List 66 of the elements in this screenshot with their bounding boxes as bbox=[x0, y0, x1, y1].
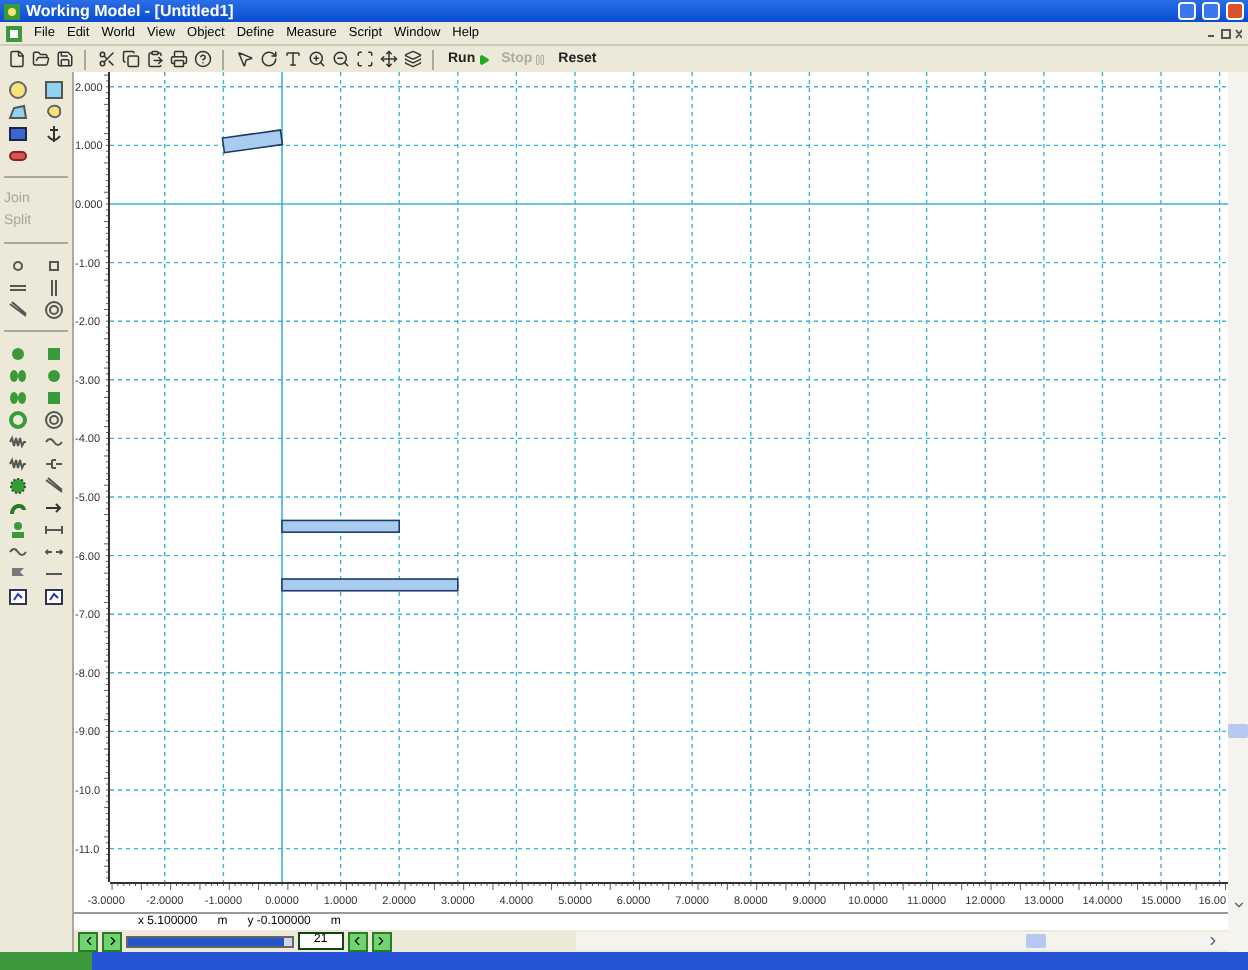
pointer-icon[interactable] bbox=[234, 49, 254, 69]
force-icon[interactable] bbox=[44, 497, 64, 517]
frame-slider[interactable] bbox=[126, 935, 294, 948]
circle-icon[interactable] bbox=[8, 79, 28, 99]
printer-icon[interactable] bbox=[168, 49, 188, 69]
rectangle-body[interactable] bbox=[281, 578, 459, 592]
chevron-left-icon bbox=[350, 934, 365, 949]
blob-icon[interactable] bbox=[44, 101, 64, 121]
horizontal-scrollbar[interactable] bbox=[575, 932, 1228, 951]
rope-icon[interactable] bbox=[44, 475, 64, 495]
copy-icon[interactable] bbox=[120, 49, 140, 69]
rotate-icon[interactable] bbox=[258, 49, 278, 69]
square-icon[interactable] bbox=[44, 79, 64, 99]
app-icon bbox=[4, 3, 20, 19]
joint-icon[interactable] bbox=[8, 387, 28, 407]
play-icon bbox=[477, 53, 490, 65]
start-button[interactable] bbox=[0, 952, 92, 970]
point-icon[interactable] bbox=[8, 255, 28, 275]
target-icon[interactable] bbox=[44, 299, 64, 319]
play-forward-button[interactable] bbox=[371, 931, 392, 952]
paste-icon[interactable] bbox=[144, 49, 164, 69]
scroll-thumb[interactable] bbox=[1026, 934, 1046, 949]
new-file-icon[interactable] bbox=[6, 49, 26, 69]
rectangle-body[interactable] bbox=[281, 519, 400, 533]
document-icon[interactable] bbox=[6, 25, 22, 41]
person-icon[interactable] bbox=[8, 519, 28, 539]
close-button[interactable] bbox=[1226, 2, 1244, 20]
save-icon[interactable] bbox=[54, 49, 74, 69]
rectangle-icon[interactable] bbox=[8, 123, 28, 143]
target-icon[interactable] bbox=[44, 409, 64, 429]
gear-icon[interactable] bbox=[8, 475, 28, 495]
polygon-icon[interactable] bbox=[8, 101, 28, 121]
damper-icon[interactable] bbox=[44, 453, 64, 473]
chevron-right-icon bbox=[105, 934, 119, 949]
document-window-controls[interactable] bbox=[1206, 27, 1242, 39]
step-forward-button[interactable] bbox=[347, 931, 368, 952]
open-folder-icon[interactable] bbox=[30, 49, 50, 69]
anchor-icon[interactable] bbox=[44, 123, 64, 143]
window-title: Working Model - [Untitled1] bbox=[26, 2, 236, 20]
play-back-button[interactable] bbox=[102, 931, 122, 952]
ring-icon[interactable] bbox=[8, 409, 28, 429]
vertical-scrollbar[interactable] bbox=[1228, 72, 1248, 952]
rectangle-body[interactable] bbox=[221, 129, 284, 154]
restore-button[interactable] bbox=[1202, 2, 1220, 20]
chevron-left-icon bbox=[81, 934, 95, 949]
move-icon[interactable] bbox=[378, 49, 398, 69]
scroll-down-icon[interactable] bbox=[1231, 898, 1245, 912]
scissors-icon[interactable] bbox=[96, 49, 116, 69]
chevron-right-icon bbox=[374, 934, 389, 949]
zoom-in-icon[interactable] bbox=[306, 49, 326, 69]
scroll-thumb[interactable] bbox=[1228, 724, 1248, 738]
meter-icon[interactable] bbox=[8, 585, 28, 605]
square-point-icon[interactable] bbox=[44, 255, 64, 275]
joint-icon[interactable] bbox=[8, 365, 28, 385]
help-icon[interactable] bbox=[192, 49, 212, 69]
meter-icon[interactable] bbox=[44, 585, 64, 605]
pause-icon bbox=[534, 53, 547, 65]
capsule-icon[interactable] bbox=[8, 145, 28, 165]
zoom-out-icon[interactable] bbox=[330, 49, 350, 69]
zoom-fit-icon[interactable] bbox=[354, 49, 374, 69]
scroll-right-icon[interactable] bbox=[1206, 934, 1220, 949]
step-back-button[interactable] bbox=[78, 931, 98, 952]
rope-icon[interactable] bbox=[8, 299, 28, 319]
layers-icon[interactable] bbox=[402, 49, 422, 69]
text-icon[interactable] bbox=[282, 49, 302, 69]
minimize-button[interactable] bbox=[1178, 2, 1196, 20]
